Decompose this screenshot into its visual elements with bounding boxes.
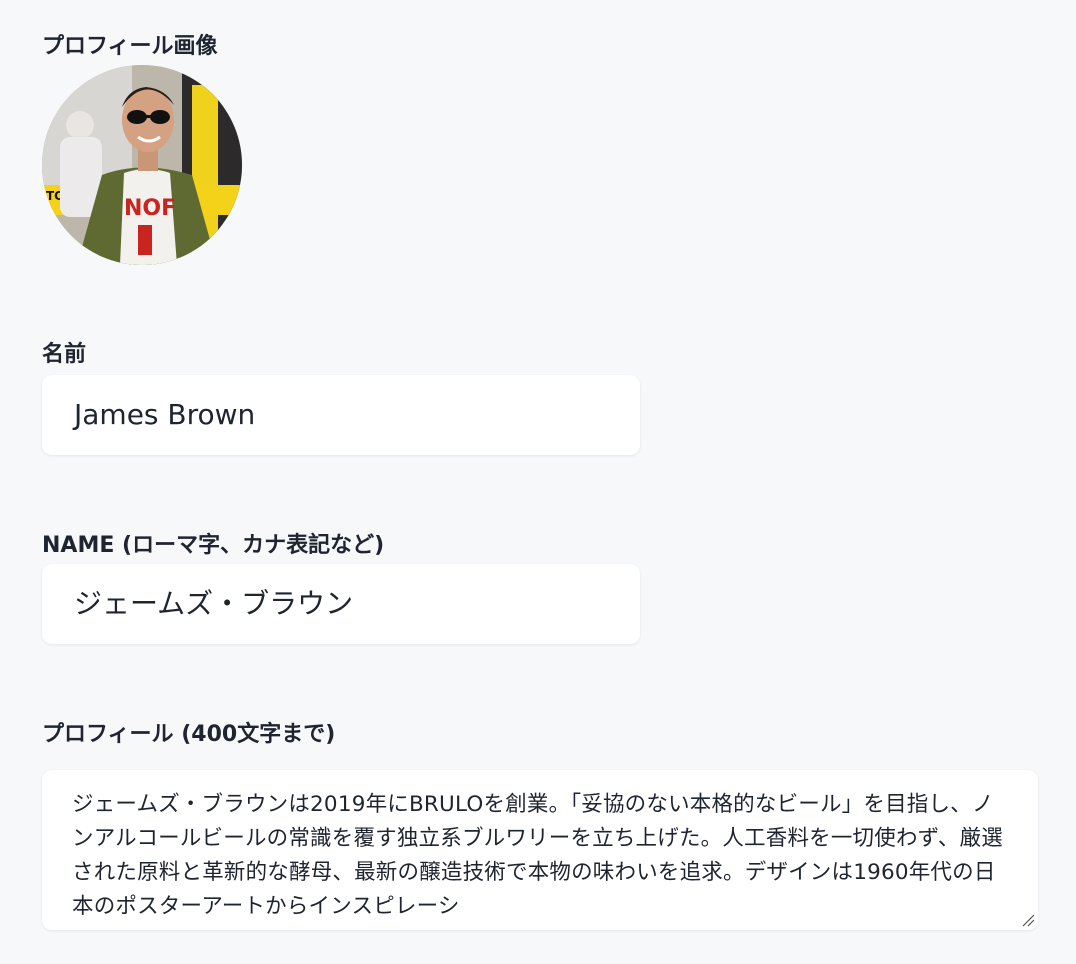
name-label: 名前	[42, 342, 87, 367]
bio-label: プロフィール (400文字まで)	[42, 722, 336, 747]
alt-name-input[interactable]: ジェームズ・ブラウン	[42, 564, 640, 644]
avatar[interactable]: TOUR 2 NOF	[42, 65, 242, 265]
svg-text:NOF: NOF	[124, 196, 176, 221]
resize-handle-icon[interactable]	[1021, 913, 1035, 927]
avatar-photo-icon: TOUR 2 NOF	[42, 65, 242, 265]
alt-name-label: NAME (ローマ字、カナ表記など)	[42, 533, 385, 558]
profile-image-label: プロフィール画像	[42, 34, 218, 59]
name-input[interactable]: James Brown	[42, 375, 640, 455]
bio-text: ジェームズ・ブラウンは2019年にBRULOを創業。「妥協のない本格的なビール」…	[72, 792, 1003, 919]
bio-textarea[interactable]: ジェームズ・ブラウンは2019年にBRULOを創業。「妥協のない本格的なビール」…	[42, 770, 1038, 930]
